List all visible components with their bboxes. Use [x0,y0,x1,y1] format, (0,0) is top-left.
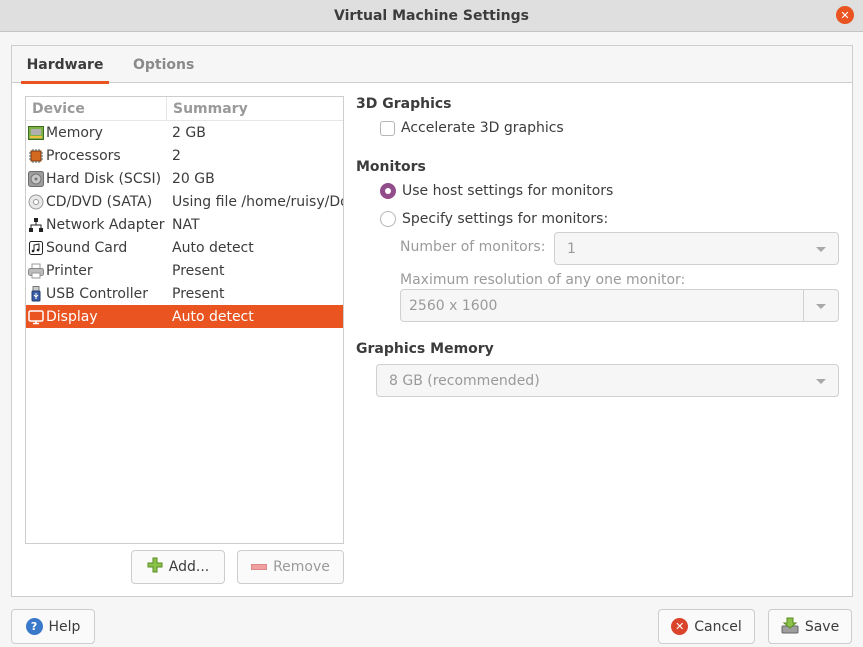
device-name: Processors [46,147,121,164]
device-row-hard-disk[interactable]: Hard Disk (SCSI) 20 GB [26,167,343,190]
device-name: Sound Card [46,239,128,256]
save-icon [781,616,799,638]
section-graphics-memory: Graphics Memory [356,341,494,357]
device-summary: 2 GB [172,124,206,141]
device-name: CD/DVD (SATA) [46,193,153,210]
combo-separator [803,290,804,321]
max-resolution-label: Maximum resolution of any one monitor: [400,272,686,288]
device-row-memory[interactable]: Memory 2 GB [26,121,343,144]
specify-settings-radio[interactable]: Specify settings for monitors: [380,211,608,227]
cancel-button[interactable]: ✕ Cancel [658,609,755,644]
graphics-memory-select[interactable]: 8 GB (recommended) [376,364,839,397]
device-list-header: Device Summary [26,97,343,121]
memory-icon [28,125,44,141]
settings-notebook: Hardware Options Device Summary Memory 2… [11,45,853,597]
remove-device-button[interactable]: Remove [237,550,344,584]
cancel-icon: ✕ [671,618,689,635]
tab-options[interactable]: Options [121,46,206,83]
device-name: Memory [46,124,103,141]
section-3d-graphics: 3D Graphics [356,96,452,112]
device-summary: Present [172,262,225,279]
help-label: Help [48,618,81,635]
save-button[interactable]: Save [768,609,852,644]
display-icon [28,309,44,325]
device-row-network-adapter[interactable]: Network Adapter NAT [26,213,343,236]
device-summary: Present [172,285,225,302]
device-summary: Auto detect [172,239,254,256]
max-resolution-value: 2560 x 1600 [409,297,498,314]
graphics-memory-value: 8 GB (recommended) [389,372,540,389]
specify-settings-label: Specify settings for monitors: [402,211,609,227]
chevron-down-icon[interactable] [816,303,826,309]
remove-label: Remove [273,559,330,575]
processor-icon [28,148,44,164]
device-name: USB Controller [46,285,149,302]
number-of-monitors-select[interactable]: 1 [554,232,839,265]
accelerate-3d-checkbox[interactable]: Accelerate 3D graphics [380,120,564,136]
checkbox-box[interactable] [380,120,395,136]
max-resolution-combo[interactable]: 2560 x 1600 [400,289,839,322]
window-title: Virtual Machine Settings [334,7,529,24]
device-row-display[interactable]: Display Auto detect [26,305,343,328]
help-icon: ? [25,618,43,635]
device-name: Hard Disk (SCSI) [46,170,162,187]
title-bar: Virtual Machine Settings ✕ [0,0,863,32]
cd-dvd-icon [28,194,44,210]
device-row-printer[interactable]: Printer Present [26,259,343,282]
add-device-button[interactable]: Add... [131,550,225,584]
network-icon [28,217,44,233]
close-icon: ✕ [840,8,850,22]
sound-card-icon [28,240,44,256]
save-label: Save [804,618,840,635]
device-name: Display [46,308,98,325]
add-label: Add... [168,559,210,575]
tab-hardware[interactable]: Hardware [21,46,109,84]
radio-unselected[interactable] [380,211,396,227]
tab-bar: Hardware Options [12,46,852,84]
column-header-summary[interactable]: Summary [167,97,248,120]
chevron-down-icon [816,246,826,252]
close-button[interactable]: ✕ [836,6,854,24]
hard-disk-icon [28,170,44,187]
help-button[interactable]: ? Help [11,609,95,644]
device-name: Printer [46,262,93,279]
device-summary: 2 [172,147,181,164]
section-monitors: Monitors [356,159,426,175]
chevron-down-icon [816,378,826,384]
radio-selected[interactable] [380,183,396,199]
device-row-processors[interactable]: Processors 2 [26,144,343,167]
device-row-cd-dvd[interactable]: CD/DVD (SATA) Using file /home/ruisy/Dov [26,190,343,213]
device-row-sound-card[interactable]: Sound Card Auto detect [26,236,343,259]
usb-icon [28,285,44,302]
printer-icon [28,263,44,279]
minus-icon [251,559,268,575]
device-summary: NAT [172,216,200,233]
plus-icon [147,557,163,577]
column-header-device[interactable]: Device [26,97,167,120]
device-row-usb-controller[interactable]: USB Controller Present [26,282,343,305]
cancel-label: Cancel [694,618,742,635]
number-of-monitors-value: 1 [567,240,576,257]
device-list: Device Summary Memory 2 GB Processors 2 … [25,96,344,544]
device-summary: Auto detect [172,308,254,325]
device-summary: Using file /home/ruisy/Dov [172,193,343,210]
device-name: Network Adapter [46,216,165,233]
use-host-settings-radio[interactable]: Use host settings for monitors [380,183,613,199]
device-summary: 20 GB [172,170,215,187]
accelerate-3d-label: Accelerate 3D graphics [401,120,564,136]
number-of-monitors-label: Number of monitors: [400,239,546,255]
use-host-settings-label: Use host settings for monitors [402,183,614,199]
